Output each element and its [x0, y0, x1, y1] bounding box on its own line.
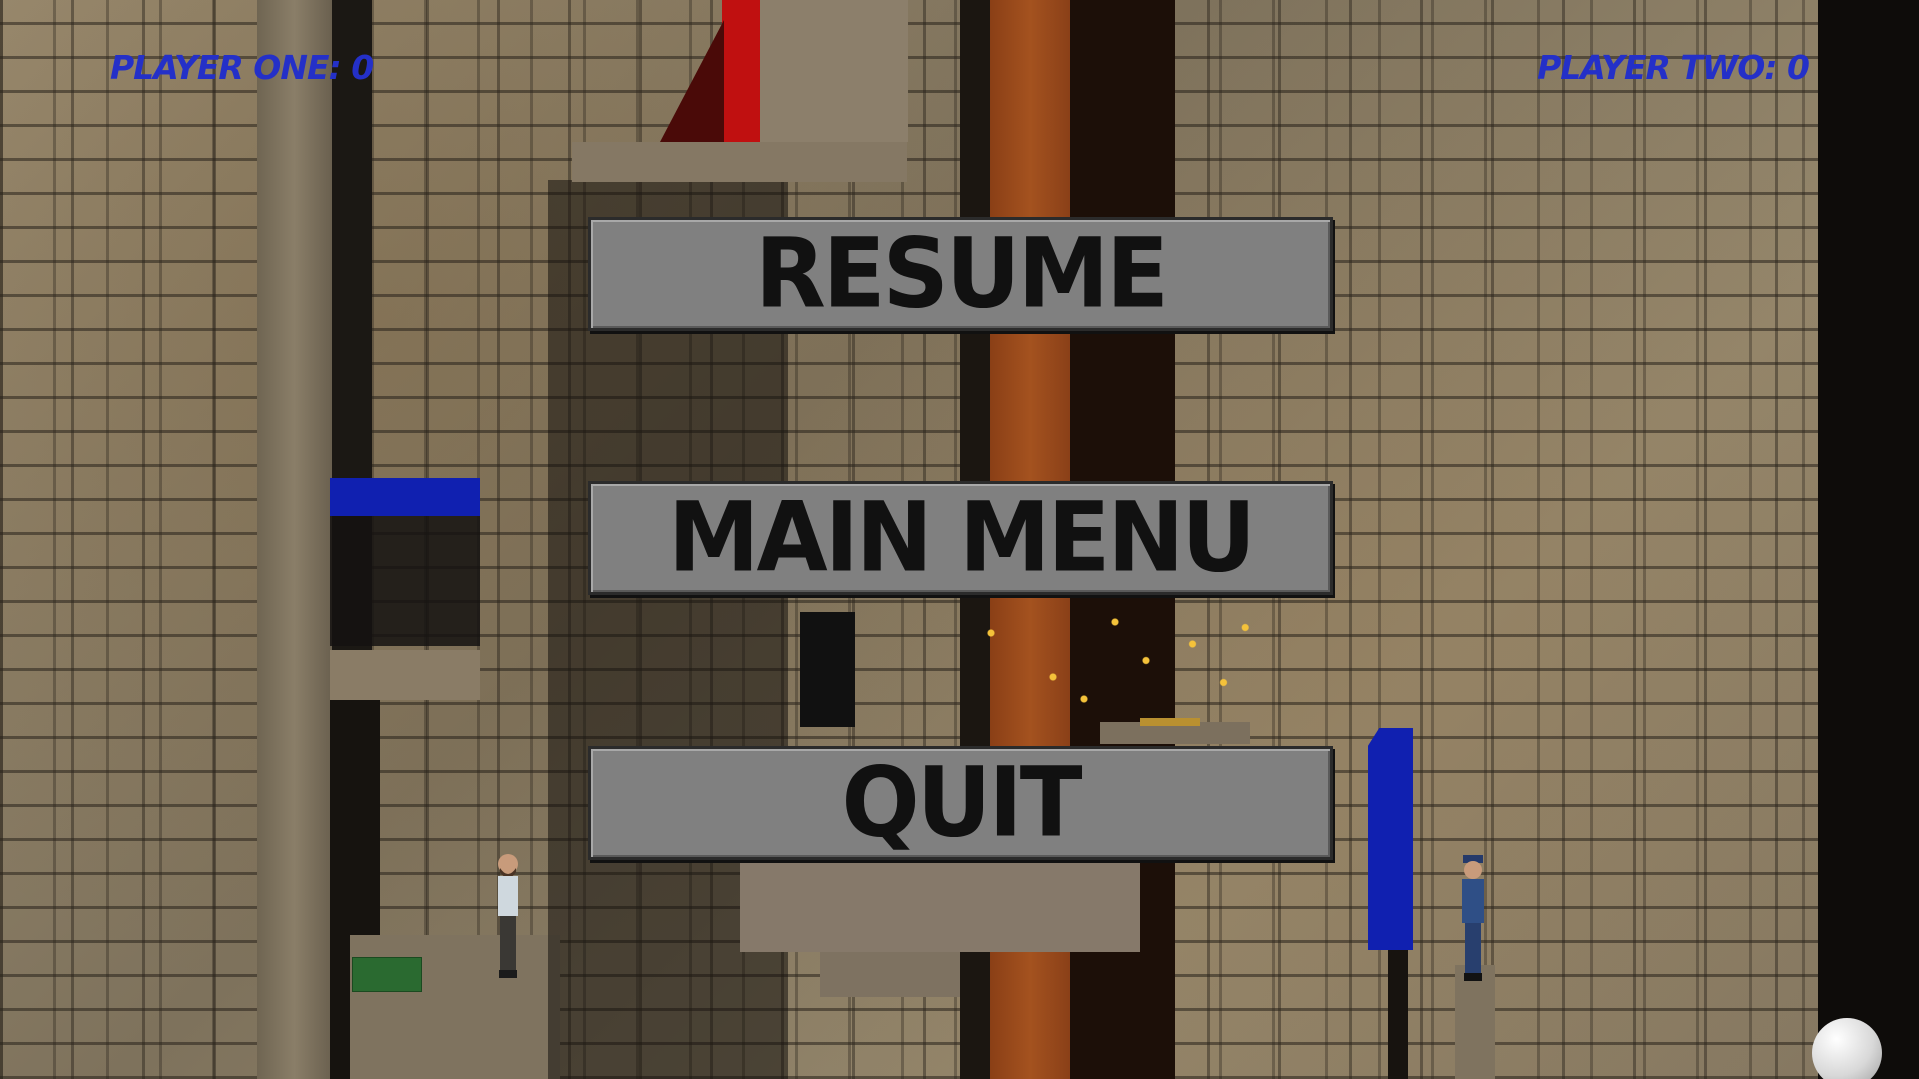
left-ledge [330, 650, 480, 700]
center-dark-slot [800, 612, 855, 727]
blue-platform-left-shadow [330, 516, 480, 646]
top-ledge [572, 142, 907, 182]
spark-particles [960, 600, 1270, 710]
red-block-face [722, 0, 760, 142]
left-wood-column [257, 0, 332, 1079]
blue-platform-right [1368, 728, 1413, 950]
quit-button[interactable]: QUIT [588, 746, 1333, 860]
player-one-character [498, 854, 518, 978]
player-two-character [1462, 855, 1484, 981]
player-one-score: PLAYER ONE: 0 [110, 48, 374, 87]
center-lower-block [740, 862, 1140, 952]
player-two-score: PLAYER TWO: 0 [1537, 48, 1810, 87]
main-menu-button[interactable]: MAIN MENU [588, 481, 1333, 595]
resume-button[interactable]: RESUME [588, 217, 1333, 331]
top-stone-block [758, 0, 908, 142]
resume-label: RESUME [754, 217, 1169, 330]
right-shadow-strip [1388, 950, 1408, 1079]
white-ball [1812, 1018, 1882, 1079]
quit-label: QUIT [841, 746, 1083, 859]
gold-sliver [1140, 718, 1200, 726]
center-lower-step [820, 952, 960, 997]
green-pad [352, 957, 422, 992]
main-menu-label: MAIN MENU [667, 481, 1256, 594]
game-scene: PLAYER ONE: 0 PLAYER TWO: 0 RESUME MAIN … [0, 0, 1919, 1079]
blue-platform-left [330, 478, 480, 516]
right-dark-edge [1818, 0, 1919, 1079]
